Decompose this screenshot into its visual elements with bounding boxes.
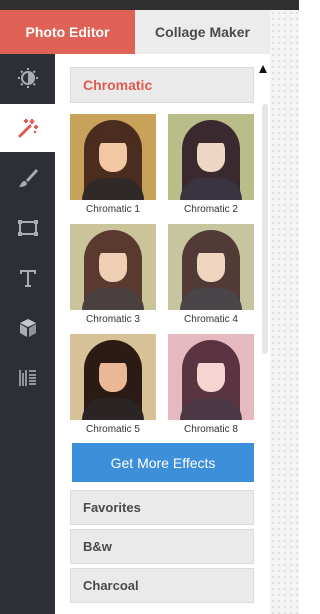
effect-preview-image: [70, 114, 156, 200]
tool-sidebar: [0, 54, 55, 614]
scroll-up-arrow-icon[interactable]: [259, 65, 267, 73]
window-top-strip: [0, 0, 299, 10]
effect-thumbnail[interactable]: Chromatic 3: [70, 224, 156, 325]
editor-tabs: Photo Editor Collage Maker: [0, 10, 270, 62]
effect-thumbnail[interactable]: Chromatic 5: [70, 334, 156, 435]
frame-icon: [17, 220, 38, 236]
sidebar-item-exposure[interactable]: [0, 54, 55, 102]
effect-label: Chromatic 3: [86, 314, 140, 325]
text-icon: [19, 270, 36, 287]
effect-preview-image: [168, 224, 254, 310]
effect-preview-image: [70, 334, 156, 420]
effect-thumbnail[interactable]: Chromatic 8: [168, 334, 254, 435]
effect-label: Chromatic 4: [184, 314, 238, 325]
sidebar-item-text[interactable]: [0, 254, 55, 302]
brush-icon: [18, 169, 38, 187]
canvas-background: [270, 10, 299, 614]
effect-label: Chromatic 5: [86, 424, 140, 435]
effect-thumbnail[interactable]: Chromatic 4: [168, 224, 254, 325]
sidebar-item-frames[interactable]: [0, 204, 55, 252]
tab-collage-maker[interactable]: Collage Maker: [135, 10, 270, 54]
sidebar-item-brush[interactable]: [0, 154, 55, 202]
effect-preview-image: [168, 334, 254, 420]
category-item-bw[interactable]: B&w: [70, 529, 254, 564]
effect-preview-image: [168, 114, 254, 200]
category-header-chromatic[interactable]: Chromatic: [70, 67, 254, 103]
effect-label: Chromatic 8: [184, 424, 238, 435]
effect-category-list: Favorites B&w Charcoal: [70, 490, 254, 607]
get-more-effects-button[interactable]: Get More Effects: [72, 443, 254, 482]
panel-scrollbar[interactable]: [262, 104, 268, 354]
effect-preview-image: [70, 224, 156, 310]
sidebar-item-textures[interactable]: [0, 354, 55, 402]
effect-thumbnail[interactable]: Chromatic 1: [70, 114, 156, 215]
magic-wand-icon: [18, 119, 38, 138]
tab-photo-editor[interactable]: Photo Editor: [0, 10, 135, 62]
exposure-icon: [17, 68, 38, 88]
effect-label: Chromatic 1: [86, 204, 140, 215]
category-item-favorites[interactable]: Favorites: [70, 490, 254, 525]
effects-panel: Chromatic Chromatic 1 Chromatic 2 Chroma…: [55, 54, 270, 614]
texture-icon: [18, 370, 36, 386]
cube-icon: [19, 319, 36, 337]
category-item-charcoal[interactable]: Charcoal: [70, 568, 254, 603]
effect-label: Chromatic 2: [184, 204, 238, 215]
sidebar-item-overlays[interactable]: [0, 304, 55, 352]
sidebar-item-effects[interactable]: [0, 104, 55, 152]
effect-thumbnail[interactable]: Chromatic 2: [168, 114, 254, 215]
